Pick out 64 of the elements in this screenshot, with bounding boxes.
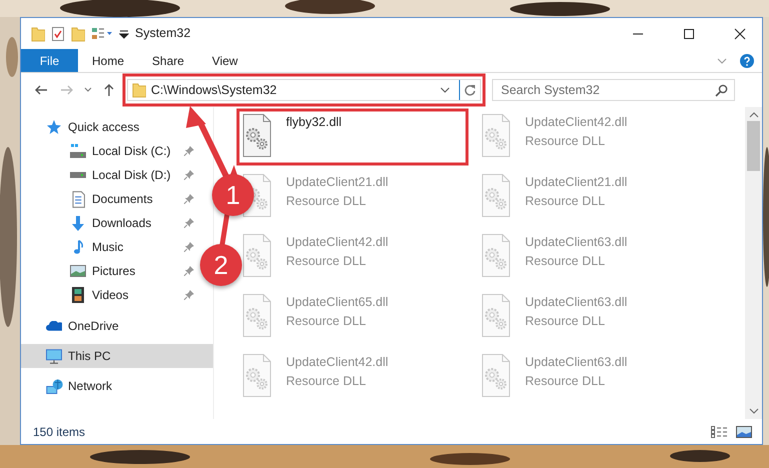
close-icon [734,28,746,40]
file-type: Resource DLL [286,312,367,330]
download-arrow-icon [72,216,84,230]
address-path: C:\Windows\System32 [151,82,278,99]
ribbon-tab[interactable]: Share [138,49,198,72]
music-note-icon [74,240,82,254]
scroll-up-icon [748,111,758,119]
refresh-icon [464,84,476,96]
sidebar-item[interactable]: OneDrive [21,314,123,338]
document-icon [72,190,84,208]
item-count: 150 items [33,424,86,440]
network-icon [46,378,62,394]
scroll-thumb[interactable] [747,121,760,171]
file-type: Resource DLL [525,252,606,270]
file-type: Resource DLL [286,192,367,210]
forward-icon [60,83,74,97]
scrollbar[interactable] [745,107,762,419]
details-view-icon[interactable] [710,424,728,438]
sidebar-item[interactable]: Quick access [21,115,144,139]
ribbon-tab[interactable]: Home [78,49,138,72]
search-field[interactable]: Search System32 [492,79,735,101]
star-icon [46,120,62,134]
file-name[interactable]: flyby32.dll [286,113,342,132]
file-type: Resource DLL [525,312,606,330]
sidebar-item[interactable]: Downloads [21,211,197,235]
sidebar-item[interactable]: Network [21,374,116,398]
view-options-icon[interactable] [91,26,113,42]
scroll-down-icon [748,407,758,415]
sidebar-item[interactable]: Documents [21,187,197,211]
drive-icon [70,172,86,178]
properties-icon[interactable] [51,26,65,42]
new-folder-icon[interactable] [71,26,85,42]
up-icon [102,83,116,97]
sidebar-item[interactable]: Videos [21,283,197,307]
dropdown-icon[interactable] [440,86,450,94]
picture-icon [70,265,86,277]
file-type: Resource DLL [286,252,367,270]
folder-icon [132,82,146,98]
file-type: Resource DLL [525,132,606,150]
file-type: Resource DLL [286,372,367,390]
help-icon[interactable] [740,54,754,68]
file-type: Resource DLL [525,372,606,390]
file-menu-button[interactable]: File [21,49,78,72]
address-bar[interactable]: C:\Windows\System32 [127,79,481,101]
drive-icon [70,144,86,158]
file-type: Resource DLL [525,192,606,210]
computer-icon [46,348,62,364]
sidebar-item[interactable]: Local Disk (D:) [21,163,197,187]
sidebar-item[interactable]: Pictures [21,259,197,283]
search-icon [715,84,728,97]
sidebar-item[interactable]: This PC [21,344,213,368]
back-icon [34,83,48,97]
window-title: System32 [135,25,191,42]
dll-file-icon[interactable] [242,113,272,158]
sidebar-item[interactable]: Music [21,235,197,259]
large-icons-view-icon[interactable] [736,424,752,438]
sidebar-item[interactable]: Local Disk (C:) [21,139,197,163]
maximize-icon [682,28,694,40]
caret-icon [84,87,92,93]
folder-icon[interactable] [31,26,45,42]
cloud-icon [46,321,62,331]
ribbon-tab[interactable]: View [198,49,252,72]
chevron-icon [717,56,727,64]
film-icon [72,287,84,303]
